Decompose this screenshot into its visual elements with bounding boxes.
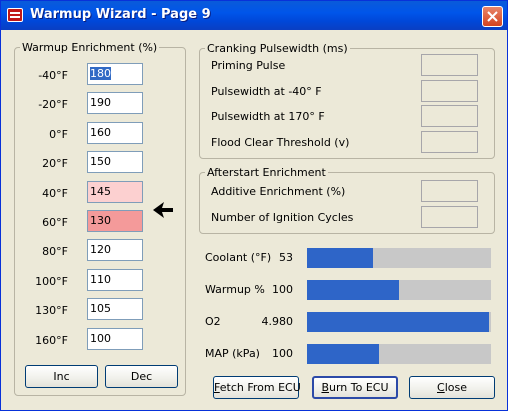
warmup-value-field[interactable]: 100	[87, 327, 143, 350]
warmup-value-field[interactable]: 110	[87, 268, 143, 291]
temperature-label: 20°F	[42, 157, 68, 171]
gauge-fill	[307, 248, 373, 268]
gauge-label: Warmup %	[205, 283, 265, 296]
warmup-value-text: 180	[90, 67, 111, 80]
gauge-fill	[307, 312, 489, 332]
afterstart-legend: Afterstart Enrichment	[207, 166, 326, 179]
gauge-label: Coolant (°F)	[205, 251, 272, 264]
setting-label: Pulsewidth at 170° F	[211, 110, 325, 123]
warmup-value-field[interactable]: 160	[87, 121, 143, 144]
warmup-value-field[interactable]: 190	[87, 92, 143, 115]
close-icon	[487, 11, 498, 22]
gauge-bar	[307, 312, 491, 332]
gauge-bar	[307, 344, 491, 364]
warmup-value-field[interactable]: 150	[87, 151, 143, 174]
gauge-value: 100	[272, 347, 293, 360]
warmup-value-text: 110	[90, 272, 111, 286]
cranking-legend: Cranking Pulsewidth (ms)	[207, 42, 348, 55]
setting-value-field[interactable]	[421, 180, 478, 202]
setting-label: Number of Ignition Cycles	[211, 211, 354, 224]
warmup-value-text: 130	[90, 214, 111, 227]
close-mnemonic: C	[437, 381, 445, 394]
warmup-value-text: 120	[90, 243, 111, 257]
gauge-value: 53	[279, 251, 293, 264]
window-title: Warmup Wizard - Page 9	[30, 7, 211, 22]
fetch-from-ecu-button[interactable]: Fetch From ECU	[213, 376, 301, 399]
setting-value-field[interactable]	[421, 206, 478, 228]
setting-label: Priming Pulse	[211, 59, 286, 72]
temperature-label: 60°F	[42, 216, 68, 229]
temperature-label: 80°F	[42, 245, 68, 259]
gauge-fill	[307, 280, 399, 300]
gauge-value: 4.980	[261, 315, 294, 328]
title-bar[interactable]: Warmup Wizard - Page 9	[1, 1, 507, 30]
setting-value-field[interactable]	[421, 79, 478, 102]
gauge-fill	[307, 344, 379, 364]
setting-label: Flood Clear Threshold (v)	[211, 135, 350, 149]
warmup-value-field[interactable]: 145	[87, 180, 143, 203]
warmup-wizard-window: Warmup Wizard - Page 9 Warmup Enrichment…	[0, 0, 508, 411]
setting-label: Additive Enrichment (%)	[211, 185, 346, 198]
gauge-value: 100	[272, 283, 293, 296]
gauge-label: O2	[205, 315, 221, 328]
close-dialog-button[interactable]: Close	[409, 376, 495, 399]
setting-label: Pulsewidth at -40° F	[211, 84, 322, 98]
warmup-value-field[interactable]: 130	[87, 210, 143, 232]
setting-value-field[interactable]	[421, 130, 478, 153]
warmup-value-text: 160	[90, 125, 111, 139]
close-button[interactable]	[482, 6, 503, 27]
temperature-label: 160°F	[35, 333, 68, 347]
application-icon	[7, 8, 23, 22]
fetch-label: etch From ECU	[219, 381, 301, 394]
warmup-value-field[interactable]: 120	[87, 239, 143, 262]
warmup-enrichment-legend: Warmup Enrichment (%)	[22, 41, 158, 54]
temperature-label: 100°F	[35, 274, 68, 288]
temperature-label: 40°F	[42, 186, 68, 200]
gauge-bar	[307, 280, 491, 300]
warmup-value-text: 145	[90, 184, 111, 198]
temperature-label: 0°F	[49, 127, 68, 141]
gauge-label: MAP (kPa)	[205, 347, 260, 360]
warmup-value-field[interactable]: 105	[87, 298, 143, 321]
temperature-label: -20°F	[38, 98, 68, 112]
temperature-label: 130°F	[35, 304, 68, 318]
burn-mnemonic: B	[321, 381, 329, 394]
warmup-value-field[interactable]: 180	[87, 63, 143, 85]
setting-value-field[interactable]	[421, 54, 478, 76]
close-label: lose	[444, 381, 467, 394]
setting-value-field[interactable]	[421, 105, 478, 127]
dec-button[interactable]: Dec	[105, 365, 178, 388]
warmup-value-text: 100	[90, 331, 111, 345]
gauge-bar	[307, 248, 491, 268]
temperature-label: -40°F	[38, 69, 68, 82]
burn-to-ecu-button[interactable]: Burn To ECU	[312, 376, 398, 399]
burn-label: urn To ECU	[329, 381, 389, 394]
warmup-value-text: 105	[90, 302, 111, 316]
warmup-value-text: 150	[90, 155, 111, 169]
left-arrow-pointer-icon	[153, 202, 173, 218]
warmup-value-text: 190	[90, 96, 111, 110]
inc-button[interactable]: Inc	[25, 365, 98, 388]
